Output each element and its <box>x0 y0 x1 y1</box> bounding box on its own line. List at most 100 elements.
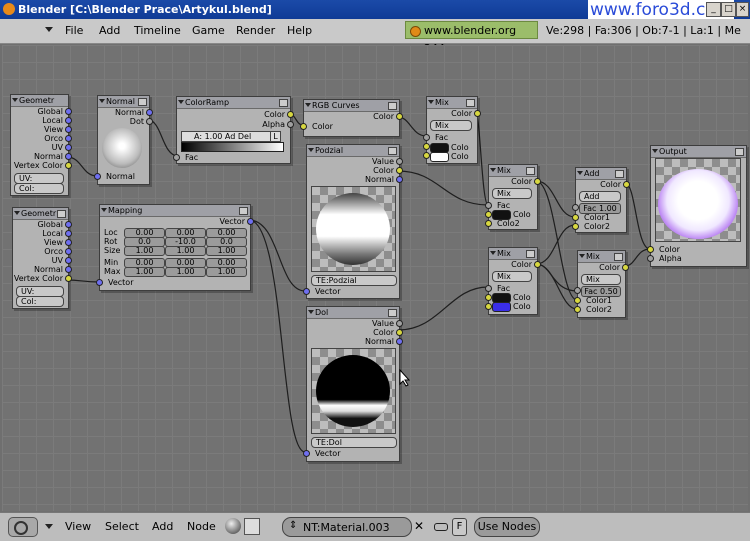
output-socket[interactable] <box>65 153 72 160</box>
output-socket[interactable] <box>65 162 72 169</box>
texture-select[interactable]: TE:Podzial <box>311 275 397 286</box>
maximize-button[interactable]: □ <box>721 2 736 17</box>
node-collapse-icon[interactable] <box>239 207 248 215</box>
color-layer-field[interactable]: Col: <box>16 296 64 307</box>
output-socket[interactable] <box>65 117 72 124</box>
input-socket[interactable] <box>574 306 581 313</box>
node-collapse-icon[interactable] <box>388 102 397 110</box>
output-socket[interactable] <box>396 329 403 336</box>
node-collapse-icon[interactable] <box>735 148 744 156</box>
texture-mode-icon[interactable] <box>244 518 260 535</box>
node-title[interactable]: Geometr <box>11 95 68 107</box>
node-title[interactable]: Output <box>651 146 746 158</box>
input-socket[interactable] <box>94 173 101 180</box>
output-socket[interactable] <box>534 261 541 268</box>
blend-mode-select[interactable]: Mix <box>492 271 532 282</box>
output-socket[interactable] <box>146 109 153 116</box>
material-preview[interactable] <box>655 158 741 242</box>
node-collapse-icon[interactable] <box>526 167 535 175</box>
material-browse-field[interactable]: ⇕ NT:Material.003 <box>282 517 412 537</box>
node-add[interactable]: Add Color Add Fac 1.00 Color1 Color2 <box>572 167 630 233</box>
output-socket[interactable] <box>396 158 403 165</box>
node-normal[interactable]: Normal Normal Dot Normal <box>94 95 153 185</box>
node-texture-podzial[interactable]: Podzial Value Color Normal TE:Podzial Ve… <box>303 144 403 299</box>
output-socket[interactable] <box>534 178 541 185</box>
input-socket[interactable] <box>96 279 103 286</box>
input-socket[interactable] <box>485 285 492 292</box>
input-socket[interactable] <box>485 303 492 310</box>
node-collapse-icon[interactable] <box>388 147 397 155</box>
output-socket[interactable] <box>396 338 403 345</box>
normal-sphere-preview[interactable] <box>102 128 142 168</box>
output-socket[interactable] <box>65 126 72 133</box>
output-socket[interactable] <box>623 181 630 188</box>
node-rgb-curves[interactable]: RGB Curves Color Color <box>300 99 403 137</box>
input-socket[interactable] <box>303 288 310 295</box>
mapping-max-x-field[interactable]: 1.00 <box>124 267 165 277</box>
minimize-button[interactable]: _ <box>706 2 721 17</box>
material-sphere-icon[interactable] <box>225 518 241 534</box>
output-socket[interactable] <box>65 221 72 228</box>
node-collapse-icon[interactable] <box>466 99 475 107</box>
mapping-max-y-field[interactable]: 1.00 <box>165 267 206 277</box>
blend-mode-select[interactable]: Add <box>579 191 621 202</box>
mapping-size-x-field[interactable]: 1.00 <box>124 246 165 256</box>
blend-mode-select[interactable]: Mix <box>430 120 472 131</box>
menu-select[interactable]: Select <box>105 520 139 533</box>
input-socket[interactable] <box>574 297 581 304</box>
output-socket[interactable] <box>396 176 403 183</box>
unlink-material-icon[interactable]: ✕ <box>414 519 424 533</box>
menu-help[interactable]: Help <box>287 24 312 37</box>
input-socket[interactable] <box>485 220 492 227</box>
node-texture-dol[interactable]: Dol Value Color Normal TE:Dol Vector <box>303 306 403 462</box>
blend-mode-select[interactable]: Mix <box>492 188 532 199</box>
menu-add[interactable]: Add <box>99 24 120 37</box>
input-socket[interactable] <box>300 123 307 130</box>
input-socket[interactable] <box>574 287 581 294</box>
node-collapse-icon[interactable] <box>614 253 623 261</box>
node-mapping[interactable]: Mapping Vector Vector Loc 0.00 0.00 0.00 Rot… <box>96 204 254 291</box>
node-title[interactable]: Dol <box>307 307 399 319</box>
color-layer-field[interactable]: Col: <box>14 183 64 194</box>
menu-timeline[interactable]: Timeline <box>134 24 181 37</box>
input-socket[interactable] <box>572 223 579 230</box>
node-collapse-icon[interactable] <box>526 250 535 258</box>
output-socket[interactable] <box>65 266 72 273</box>
node-title[interactable]: RGB Curves <box>304 100 399 112</box>
output-socket[interactable] <box>65 239 72 246</box>
texture-preview[interactable] <box>311 186 396 272</box>
node-geometry-2[interactable]: Geometr Global Local View Orco UV Normal… <box>12 207 72 309</box>
menu-view[interactable]: View <box>65 520 91 533</box>
input-socket[interactable] <box>485 202 492 209</box>
mapping-size-y-field[interactable]: 1.00 <box>165 246 206 256</box>
input-socket[interactable] <box>173 154 180 161</box>
menu-add[interactable]: Add <box>152 520 173 533</box>
input-socket[interactable] <box>647 246 654 253</box>
node-geometry-1[interactable]: Geometr Global Local View Orco UV Normal… <box>10 94 72 196</box>
output-socket[interactable] <box>65 257 72 264</box>
texture-select[interactable]: TE:Dol <box>311 437 397 448</box>
output-socket[interactable] <box>65 144 72 151</box>
output-socket[interactable] <box>287 121 294 128</box>
node-output[interactable]: Output Color Alpha <box>647 145 747 267</box>
node-collapse-icon[interactable] <box>615 170 624 178</box>
input-socket[interactable] <box>303 450 310 457</box>
ramp-interp-button[interactable]: L <box>270 131 281 142</box>
output-socket[interactable] <box>65 108 72 115</box>
output-socket[interactable] <box>622 264 629 271</box>
node-collapse-icon[interactable] <box>57 210 66 218</box>
color2-swatch[interactable] <box>430 152 449 162</box>
fake-user-button[interactable]: F <box>452 518 467 536</box>
node-title[interactable]: Mapping <box>100 205 250 217</box>
output-socket[interactable] <box>65 135 72 142</box>
output-socket[interactable] <box>65 230 72 237</box>
input-socket[interactable] <box>485 211 492 218</box>
menu-node[interactable]: Node <box>187 520 216 533</box>
node-collapse-icon[interactable] <box>279 99 288 107</box>
mapping-max-z-field[interactable]: 1.00 <box>206 267 247 277</box>
editor-type-menu[interactable] <box>8 517 38 537</box>
output-socket[interactable] <box>247 218 254 225</box>
input-socket[interactable] <box>423 152 430 159</box>
output-socket[interactable] <box>287 111 294 118</box>
node-mix-4[interactable]: Mix Color Mix Fac 0.50 Color1 Color2 <box>574 250 629 318</box>
